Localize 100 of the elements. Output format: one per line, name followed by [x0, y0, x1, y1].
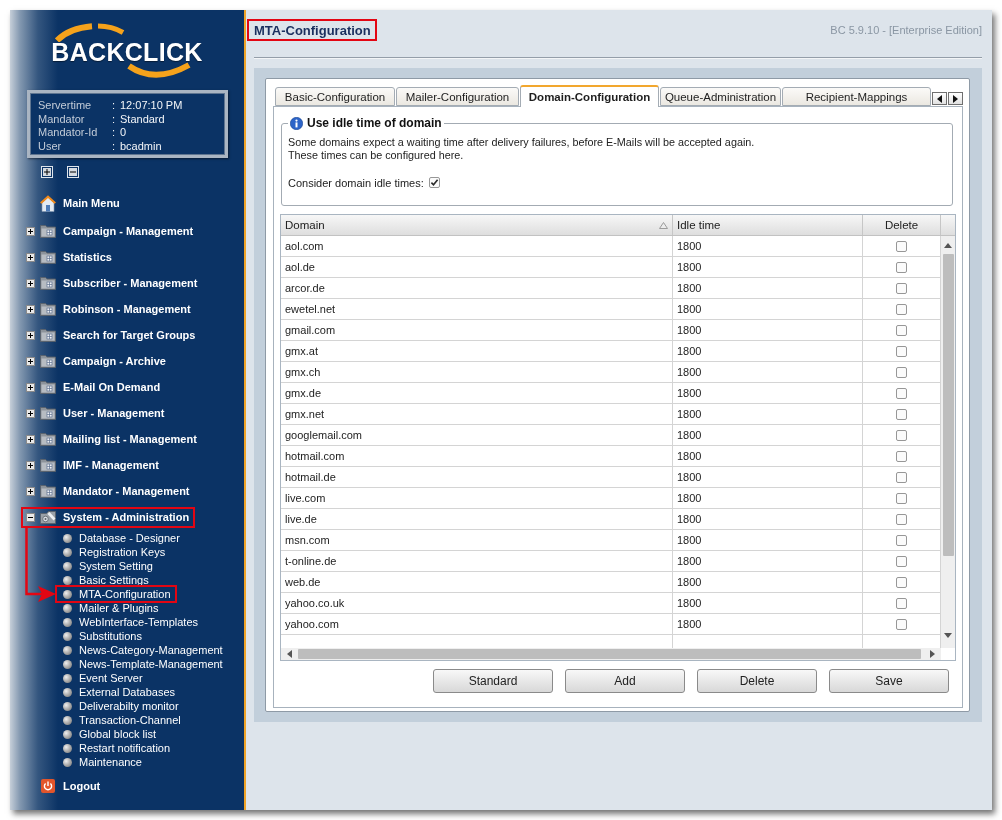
table-cell: 1800 — [673, 488, 863, 508]
plus-box-icon[interactable] — [26, 382, 35, 392]
scrollbar-thumb[interactable] — [298, 649, 921, 659]
checkbox[interactable] — [896, 492, 907, 504]
submenu-item[interactable]: Maintenance — [55, 755, 148, 769]
submenu-item[interactable]: External Databases — [55, 685, 181, 699]
column-header[interactable]: Delete — [863, 215, 941, 235]
caret-down-icon[interactable] — [944, 632, 952, 638]
scrollbar-thumb[interactable] — [942, 254, 954, 556]
plus-box-icon[interactable] — [26, 304, 35, 314]
menu-item[interactable]: IMF - Management — [21, 454, 165, 476]
table-cell: arcor.de — [281, 278, 673, 298]
tab[interactable]: Recipient-Mappings — [782, 87, 931, 106]
submenu-item[interactable]: Mailer & Plugins — [55, 601, 165, 615]
tab[interactable]: Queue-Administration — [660, 87, 781, 106]
checkbox[interactable] — [896, 534, 907, 546]
checkbox[interactable] — [896, 303, 907, 315]
submenu-item[interactable]: Deliverabilty monitor — [55, 699, 185, 713]
submenu-item[interactable]: Registration Keys — [55, 545, 172, 559]
plus-box-icon[interactable] — [26, 252, 35, 262]
caret-right-icon[interactable] — [929, 650, 935, 658]
menu-item[interactable]: Robinson - Management — [21, 298, 197, 320]
submenu-item[interactable]: WebInterface-Templates — [55, 615, 205, 629]
folder-icon — [40, 250, 56, 264]
submenu-item[interactable]: Global block list — [55, 727, 163, 741]
submenu-item[interactable]: News-Category-Management — [55, 643, 229, 657]
plus-box-icon[interactable] — [26, 460, 35, 470]
vertical-scrollbar[interactable] — [941, 236, 955, 648]
menu-item[interactable]: Mailing list - Management — [21, 428, 203, 450]
save-button[interactable]: Save — [829, 669, 949, 693]
menu-item[interactable]: E-Mail On Demand — [21, 376, 167, 398]
info-label: Mandator-Id — [38, 126, 99, 140]
standard-button[interactable]: Standard — [433, 669, 553, 693]
checkbox[interactable] — [896, 345, 907, 357]
submenu-item[interactable]: Restart notification — [55, 741, 177, 755]
plus-box-icon[interactable] — [26, 278, 35, 288]
checkbox[interactable] — [896, 366, 907, 378]
checkbox[interactable] — [896, 555, 907, 567]
checkbox[interactable] — [896, 576, 907, 588]
table-cell: live.de — [281, 509, 673, 529]
tab[interactable]: Basic-Configuration — [275, 87, 395, 106]
caret-up-icon[interactable] — [944, 242, 952, 248]
folder-icon — [40, 432, 56, 446]
plus-box-icon[interactable] — [26, 486, 35, 496]
column-header[interactable]: Idle time — [673, 215, 863, 235]
checkbox[interactable] — [896, 450, 907, 462]
checkbox[interactable] — [896, 471, 907, 483]
submenu-item[interactable]: News-Template-Management — [55, 657, 229, 671]
submenu-item[interactable]: Event Server — [55, 671, 149, 685]
caret-left-icon[interactable] — [287, 650, 292, 658]
checkbox[interactable] — [896, 513, 907, 525]
menu-item[interactable]: Subscriber - Management — [21, 272, 204, 294]
checkbox[interactable] — [896, 387, 907, 399]
submenu-item[interactable]: MTA-Configuration — [55, 585, 177, 603]
table-cell: 1800 — [673, 341, 863, 361]
checkbox[interactable] — [896, 240, 907, 252]
plus-box-icon[interactable] — [26, 434, 35, 444]
tab[interactable]: Domain-Configuration — [520, 85, 659, 107]
menu-item[interactable]: Statistics — [21, 246, 118, 268]
menu-item[interactable]: Campaign - Archive — [21, 350, 172, 372]
delete-button[interactable]: Delete — [697, 669, 817, 693]
tab-scroll-right-button[interactable] — [948, 92, 963, 105]
horizontal-scrollbar[interactable] — [281, 648, 941, 660]
plus-box-icon[interactable] — [26, 356, 35, 366]
menu-item[interactable]: Mandator - Management — [21, 480, 196, 502]
minus-box-icon[interactable] — [26, 512, 35, 522]
menu-item[interactable]: Search for Target Groups — [21, 324, 202, 346]
checkbox[interactable] — [896, 282, 907, 294]
checkbox[interactable] — [896, 261, 907, 273]
checkbox[interactable] — [896, 618, 907, 630]
checkbox[interactable] — [896, 408, 907, 420]
plus-box-icon[interactable] — [26, 226, 35, 236]
add-button[interactable]: Add — [565, 669, 685, 693]
folder-icon — [40, 328, 56, 342]
menu-item[interactable]: System - Administration — [21, 506, 196, 528]
checkbox[interactable] — [428, 177, 440, 188]
submenu-item[interactable]: Database - Designer — [55, 531, 186, 545]
menu-item[interactable]: User - Management — [21, 402, 171, 424]
table-cell: 1800 — [673, 614, 863, 634]
table-cell: gmail.com — [281, 320, 673, 340]
checkbox[interactable] — [896, 597, 907, 609]
submenu-item[interactable]: Transaction-Channel — [55, 713, 187, 727]
table-cell: 1800 — [673, 383, 863, 403]
submenu-item[interactable]: Substitutions — [55, 629, 148, 643]
submenu-item[interactable]: System Setting — [55, 559, 159, 573]
caret-left-icon[interactable] — [937, 94, 942, 103]
plus-box-icon[interactable] — [26, 330, 35, 340]
checkbox[interactable] — [896, 429, 907, 441]
column-header[interactable]: Domain — [281, 215, 673, 235]
submenu-item[interactable]: Basic Settings — [55, 573, 155, 587]
tab[interactable]: Mailer-Configuration — [396, 87, 519, 106]
plus-box-icon[interactable] — [26, 408, 35, 418]
checkbox[interactable] — [896, 324, 907, 336]
bullet-icon — [63, 687, 72, 697]
caret-right-icon[interactable] — [953, 94, 958, 103]
logout-link[interactable]: Logout — [41, 773, 101, 799]
tab-scroll-left-button[interactable] — [932, 92, 947, 105]
table-cell: gmx.ch — [281, 362, 673, 382]
menu-item[interactable]: Campaign - Management — [21, 220, 200, 242]
main-menu-link[interactable]: Main Menu — [40, 190, 120, 216]
